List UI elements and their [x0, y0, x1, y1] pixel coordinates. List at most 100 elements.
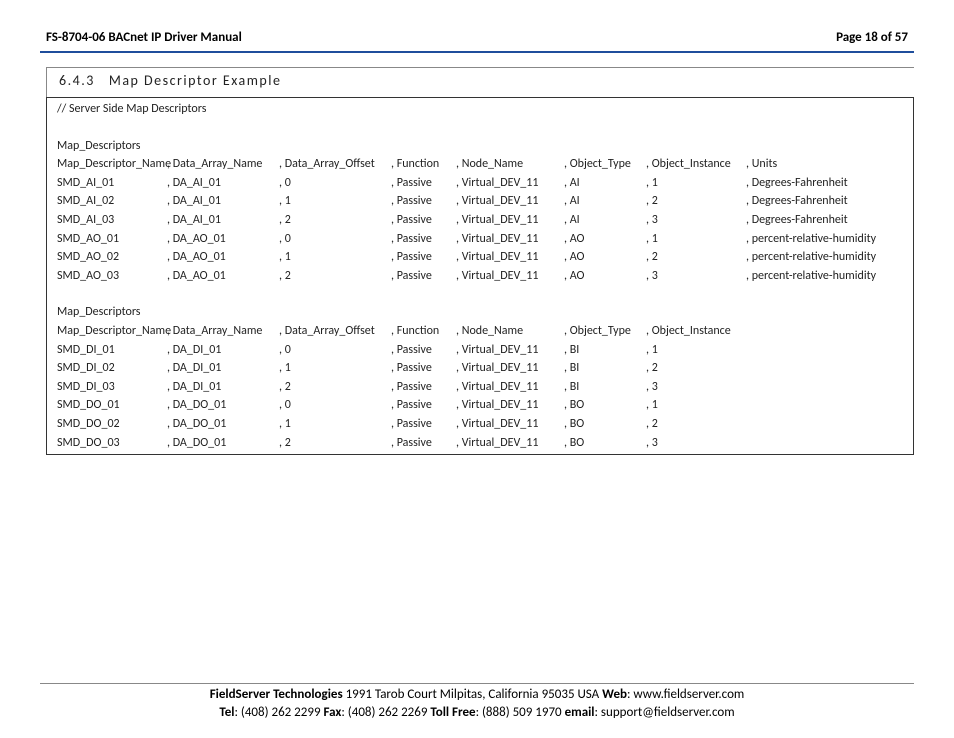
table-cell: , BO: [564, 396, 646, 415]
table-cell: , Passive: [391, 359, 456, 378]
table-row: SMD_DI_03, DA_DI_01, 2, Passive, Virtual…: [47, 378, 913, 397]
table-cell: , Virtual_DEV_11: [456, 378, 564, 397]
table-row: SMD_AO_03, DA_AO_01, 2, Passive, Virtual…: [47, 267, 913, 286]
table-cell: SMD_AI_03: [47, 211, 167, 230]
table-cell: , 0: [279, 230, 391, 249]
table-cell: , DA_AI_01: [167, 174, 279, 193]
table-cell: , AI: [564, 192, 646, 211]
table-cell: , DA_DO_01: [167, 434, 279, 453]
table-cell: , Virtual_DEV_11: [456, 174, 564, 193]
header-rule: [40, 51, 914, 53]
table-cell: , BI: [564, 341, 646, 360]
table-cell: , 3: [646, 267, 746, 286]
page-header: FS-8704-06 BACnet IP Driver Manual Page …: [40, 30, 914, 51]
col-header: , Units: [746, 155, 906, 174]
footer-email: : support@fieldserver.com: [595, 705, 735, 720]
page-footer: FieldServer Technologies 1991 Tarob Cour…: [40, 683, 914, 722]
table-cell: , 1: [279, 359, 391, 378]
table-header-row: Map_Descriptor_Name , Data_Array_Name , …: [47, 322, 913, 341]
footer-web-label: Web: [602, 687, 627, 702]
table-cell: , Virtual_DEV_11: [456, 434, 564, 453]
table-cell: , Degrees-Fahrenheit: [746, 174, 906, 193]
table-cell: , 3: [646, 211, 746, 230]
table-cell: , Passive: [391, 378, 456, 397]
section-number: 6.4.3: [59, 72, 95, 89]
col-header: , Object_Instance: [646, 322, 746, 341]
table-cell: , Virtual_DEV_11: [456, 341, 564, 360]
comment-line: // Server Side Map Descriptors: [47, 100, 167, 119]
table-cell: , Passive: [391, 267, 456, 286]
col-header: Map_Descriptor_Name: [47, 155, 167, 174]
table-cell: , 2: [279, 434, 391, 453]
footer-tel-label: Tel: [219, 705, 234, 720]
table-cell: , Passive: [391, 415, 456, 434]
group-label: Map_Descriptors: [47, 137, 167, 156]
table-cell: , 2: [279, 378, 391, 397]
table-cell: , 1: [646, 230, 746, 249]
table-cell: , Virtual_DEV_11: [456, 415, 564, 434]
table-cell: , Virtual_DEV_11: [456, 359, 564, 378]
table-cell: SMD_AI_01: [47, 174, 167, 193]
footer-fax: : (408) 262 2269: [341, 705, 430, 720]
table-cell: SMD_DO_02: [47, 415, 167, 434]
page: FS-8704-06 BACnet IP Driver Manual Page …: [0, 0, 954, 738]
table-cell: , 2: [279, 267, 391, 286]
footer-tel: : (408) 262 2299: [234, 705, 323, 720]
footer-company: FieldServer Technologies: [210, 687, 343, 702]
table-cell: , 1: [279, 192, 391, 211]
col-header: , Data_Array_Offset: [279, 155, 391, 174]
table-cell: SMD_AO_02: [47, 248, 167, 267]
footer-web: : www.fieldserver.com: [627, 687, 744, 702]
footer-address: 1991 Tarob Court Milpitas, California 95…: [343, 687, 603, 702]
table-row: SMD_AI_01, DA_AI_01, 0, Passive, Virtual…: [47, 174, 913, 193]
col-header: , Data_Array_Name: [167, 155, 279, 174]
footer-fax-label: Fax: [323, 705, 341, 720]
table-cell: , 0: [279, 341, 391, 360]
section-heading: 6.4.3 Map Descriptor Example: [46, 67, 914, 97]
table-cell: , AI: [564, 174, 646, 193]
table-cell: , Virtual_DEV_11: [456, 230, 564, 249]
table-cell: SMD_DI_03: [47, 378, 167, 397]
table-cell: , 2: [646, 192, 746, 211]
col-header: , Data_Array_Offset: [279, 322, 391, 341]
table-cell: SMD_DO_01: [47, 396, 167, 415]
table-cell: , DA_DI_01: [167, 378, 279, 397]
table-cell: , DA_DO_01: [167, 396, 279, 415]
col-header: , Function: [391, 155, 456, 174]
table-cell: , 2: [646, 415, 746, 434]
table-cell: SMD_DO_03: [47, 434, 167, 453]
table-cell: , DA_AO_01: [167, 230, 279, 249]
table-row: SMD_AO_01, DA_AO_01, 0, Passive, Virtual…: [47, 230, 913, 249]
table-cell: , percent-relative-humidity: [746, 248, 906, 267]
table-cell: , DA_AO_01: [167, 248, 279, 267]
table-cell: SMD_DI_01: [47, 341, 167, 360]
table-row: SMD_DI_01, DA_DI_01, 0, Passive, Virtual…: [47, 341, 913, 360]
table-row: SMD_DO_01, DA_DO_01, 0, Passive, Virtual…: [47, 396, 913, 415]
table-cell: , percent-relative-humidity: [746, 267, 906, 286]
table-cell: , Passive: [391, 174, 456, 193]
table-cell: , AO: [564, 230, 646, 249]
col-header: , Node_Name: [456, 155, 564, 174]
table-cell: , BI: [564, 378, 646, 397]
table-cell: , Passive: [391, 434, 456, 453]
table-row: SMD_AI_03, DA_AI_01, 2, Passive, Virtual…: [47, 211, 913, 230]
table-cell: , Passive: [391, 211, 456, 230]
table-cell: , DA_AO_01: [167, 267, 279, 286]
col-header: , Object_Instance: [646, 155, 746, 174]
table-row: SMD_DO_02, DA_DO_01, 1, Passive, Virtual…: [47, 415, 913, 434]
table-cell: , Virtual_DEV_11: [456, 396, 564, 415]
table-cell: , Passive: [391, 192, 456, 211]
table-cell: , 1: [279, 248, 391, 267]
table-row: SMD_AI_02, DA_AI_01, 1, Passive, Virtual…: [47, 192, 913, 211]
table-cell: , 2: [279, 211, 391, 230]
table-row: SMD_DO_03, DA_DO_01, 2, Passive, Virtual…: [47, 434, 913, 453]
footer-toll-label: Toll Free: [430, 705, 475, 720]
table-cell: , AO: [564, 248, 646, 267]
table-cell: , AI: [564, 211, 646, 230]
col-header: , Node_Name: [456, 322, 564, 341]
table-cell: , Passive: [391, 396, 456, 415]
table-cell: , DA_DI_01: [167, 341, 279, 360]
descriptor-table: // Server Side Map Descriptors Map_Descr…: [46, 97, 914, 455]
table-cell: , 0: [279, 174, 391, 193]
table-cell: , Degrees-Fahrenheit: [746, 192, 906, 211]
